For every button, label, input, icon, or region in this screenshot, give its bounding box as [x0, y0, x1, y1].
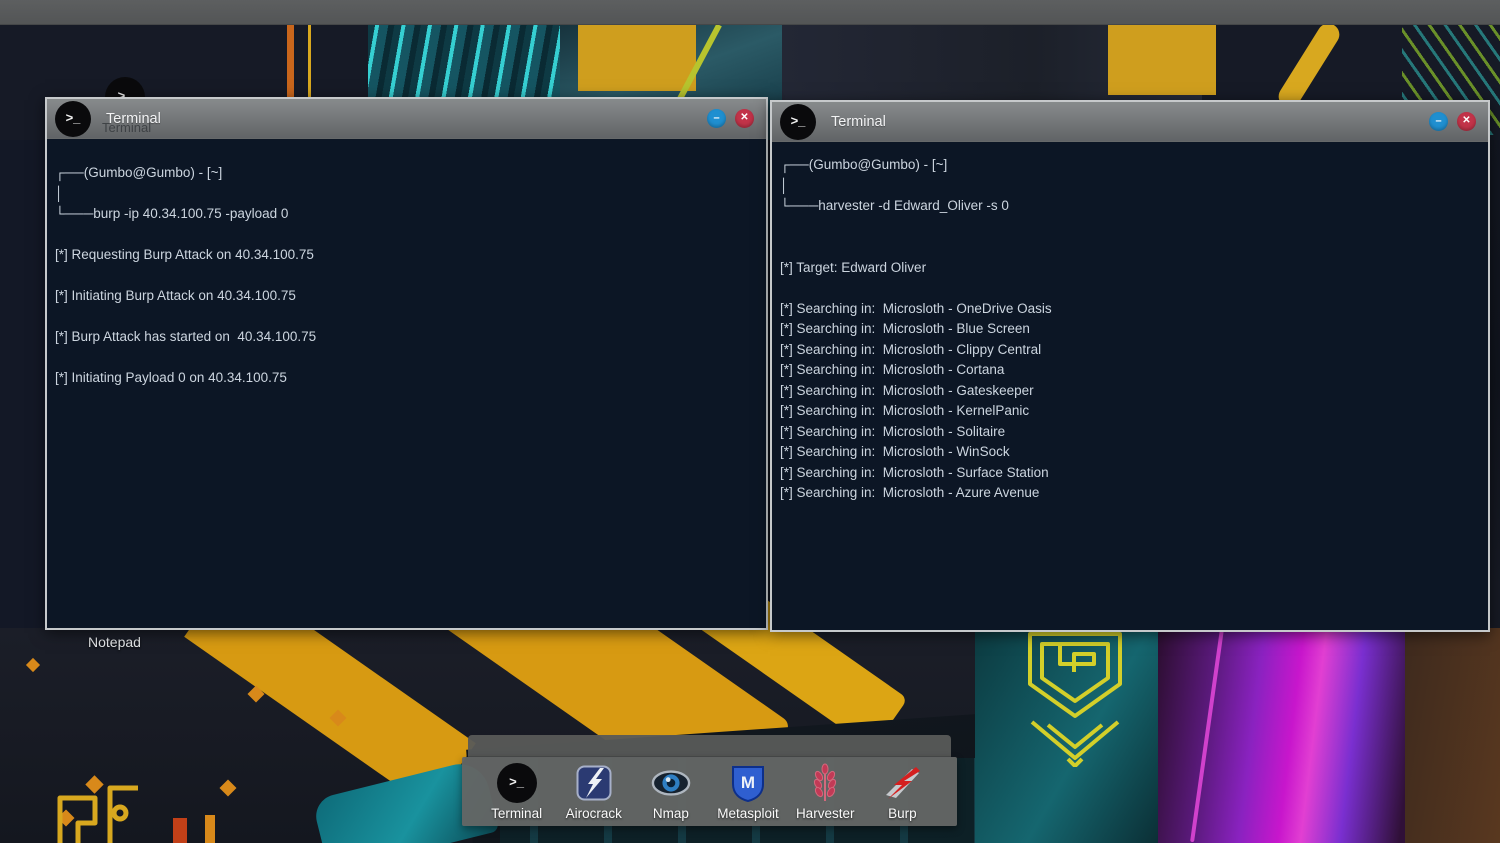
dock-item-label: Terminal [491, 806, 542, 821]
terminal-output-area[interactable]: ┌──(Gumbo@Gumbo) - [~] │ └───burp -ip 40… [47, 139, 766, 628]
metasploit-icon: M [731, 764, 765, 802]
terminal-output-area[interactable]: ┌──(Gumbo@Gumbo) - [~] │ └───harvester -… [772, 142, 1488, 630]
ghost-desktop-label: Terminal [102, 120, 151, 135]
titlebar[interactable]: >_ Terminal – ✕ [772, 102, 1488, 142]
terminal-window-left: >_ Terminal Terminal – ✕ ┌──(Gumbo@Gumbo… [45, 97, 768, 630]
wallpaper-shape [578, 25, 696, 91]
dock-item-terminal[interactable]: >_ Terminal [479, 763, 555, 821]
close-button[interactable]: ✕ [735, 109, 754, 128]
dock-item-metasploit[interactable]: M Metasploit [710, 763, 786, 821]
terminal-window-right: >_ Terminal – ✕ ┌──(Gumbo@Gumbo) - [~] │… [770, 100, 1490, 632]
nmap-icon [651, 768, 691, 798]
terminal-icon: >_ [497, 763, 537, 803]
titlebar[interactable]: >_ Terminal Terminal – ✕ [47, 99, 766, 139]
wallpaper-shape [205, 815, 215, 843]
wallpaper-shape [0, 140, 45, 640]
window-title: Terminal [831, 114, 886, 130]
airocrack-icon [576, 765, 612, 801]
dock-item-burp[interactable]: Burp [864, 763, 940, 821]
dock-item-label: Metasploit [717, 806, 779, 821]
wallpaper-circuit-emblem [50, 768, 140, 843]
terminal-text: ┌──(Gumbo@Gumbo) - [~] │ └───harvester -… [772, 142, 1488, 504]
dock-item-nmap[interactable]: Nmap [633, 763, 709, 821]
dock-bar: >_ Terminal Airocrack [462, 757, 957, 826]
top-panel [0, 0, 1500, 25]
dock-item-label: Harvester [796, 806, 855, 821]
burp-icon [882, 765, 922, 801]
dock-handle [468, 735, 951, 757]
dock-item-label: Burp [888, 806, 917, 821]
svg-text:M: M [741, 773, 755, 792]
terminal-icon: >_ [780, 104, 816, 140]
terminal-icon: >_ [55, 101, 91, 137]
dock-item-harvester[interactable]: Harvester [787, 763, 863, 821]
wallpaper-shape [1405, 628, 1500, 843]
dock-item-label: Nmap [653, 806, 689, 821]
minimize-button[interactable]: – [707, 109, 726, 128]
wallpaper-shape [1108, 25, 1216, 95]
wallpaper-shape [173, 818, 187, 843]
wallpaper-crest-emblem [1008, 632, 1143, 767]
desktop-shortcut-notepad-label[interactable]: Notepad [88, 634, 141, 650]
dock: >_ Terminal Airocrack [462, 735, 957, 826]
minimize-button[interactable]: – [1429, 112, 1448, 131]
harvester-icon [812, 763, 838, 803]
terminal-text: ┌──(Gumbo@Gumbo) - [~] │ └───burp -ip 40… [47, 139, 766, 389]
dock-item-airocrack[interactable]: Airocrack [556, 763, 632, 821]
dock-item-label: Airocrack [566, 806, 622, 821]
close-button[interactable]: ✕ [1457, 112, 1476, 131]
